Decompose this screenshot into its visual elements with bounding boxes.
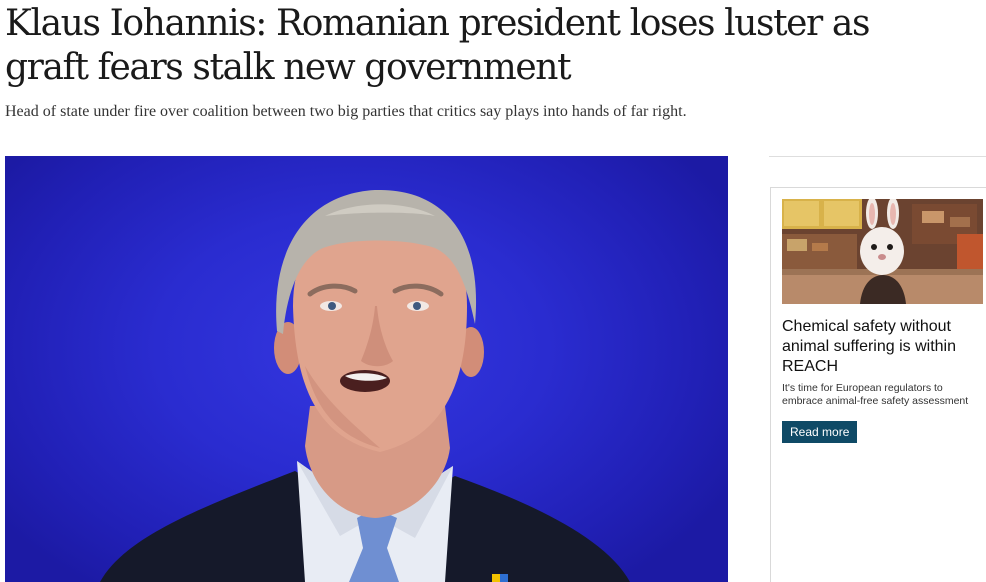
article-standfirst: Head of state under fire over coalition … xyxy=(5,103,687,120)
sponsored-panel: Chemical safety without animal suffering… xyxy=(770,187,986,582)
sidebar-divider xyxy=(769,156,986,157)
ad-image[interactable] xyxy=(782,199,983,304)
hero-photo-illustration xyxy=(100,189,630,582)
ad-description: It's time for European regulators to emb… xyxy=(782,382,969,407)
article-headline: Klaus Iohannis: Romanian president loses… xyxy=(5,3,870,88)
ad-title[interactable]: Chemical safety without animal suffering… xyxy=(782,317,982,377)
bunny-illustration xyxy=(782,199,983,304)
hero-image xyxy=(5,156,728,582)
read-more-button[interactable]: Read more xyxy=(782,421,858,443)
